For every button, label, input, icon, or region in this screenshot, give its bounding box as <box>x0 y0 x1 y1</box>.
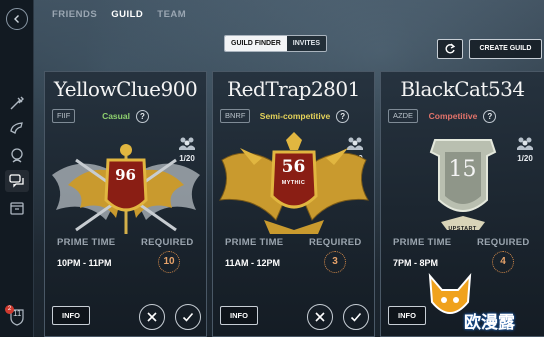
tab-guild[interactable]: GUILD <box>111 9 143 20</box>
refresh-icon <box>445 43 456 54</box>
silver-shield-emblem-icon <box>429 139 496 230</box>
watermark-logo: 欧漫露 <box>420 262 544 337</box>
guild-style: Semi-competitive <box>259 111 331 121</box>
guild-style: Competitive <box>428 111 478 121</box>
join-button[interactable] <box>175 304 201 330</box>
guild-card[interactable]: YellowClue900 FIIF Casual? 1/20 96 PRIME… <box>44 71 207 337</box>
required-label: REQUIRED <box>309 237 362 248</box>
tab-team[interactable]: TEAM <box>157 9 186 20</box>
watermark-text: 欧漫露 <box>464 313 515 333</box>
required-label: REQUIRED <box>477 237 530 248</box>
help-icon[interactable]: ? <box>336 110 350 124</box>
sidebar-item-social[interactable] <box>5 170 29 192</box>
prime-time-label: PRIME TIME <box>393 237 452 248</box>
left-sidebar: 2 11 <box>0 0 34 337</box>
required-label: REQUIRED <box>141 237 194 248</box>
sidebar-item-play[interactable] <box>5 92 29 114</box>
close-icon <box>315 312 325 322</box>
head-icon <box>11 148 23 163</box>
guild-name: YellowClue900 <box>53 77 198 101</box>
online-count: 11 <box>13 309 22 318</box>
guild-subtabs: GUILD FINDER INVITES <box>224 35 328 52</box>
create-guild-button[interactable]: CREATE GUILD <box>469 39 542 59</box>
info-button[interactable]: INFO <box>52 306 90 325</box>
guild-emblem <box>45 130 206 238</box>
guild-style: Casual <box>102 111 130 121</box>
rank-label: MYTHIC <box>281 180 306 186</box>
rank-number: 96 <box>115 166 136 184</box>
guild-card[interactable]: RedTrap2801 BNRF Semi-competitive? 1/20 … <box>212 71 375 337</box>
horn-icon <box>10 122 23 134</box>
decline-button[interactable] <box>307 304 333 330</box>
sidebar-item-calendar[interactable] <box>5 197 29 219</box>
sidebar-item-profile[interactable] <box>5 144 29 166</box>
prime-time-value: 11AM - 12PM <box>225 258 281 268</box>
prime-time-label: PRIME TIME <box>57 237 116 248</box>
rank-number: 15 <box>448 157 477 182</box>
chevron-left-icon <box>14 15 19 23</box>
tab-friends[interactable]: FRIENDS <box>52 9 97 20</box>
rank-number: 56 <box>281 157 306 177</box>
tab-guild-finder[interactable]: GUILD FINDER <box>225 36 287 51</box>
decline-button[interactable] <box>139 304 165 330</box>
guild-style-row: Casual? <box>45 109 206 124</box>
required-level-badge: 10 <box>158 251 180 273</box>
guild-style-row: Competitive? <box>381 109 544 124</box>
help-icon[interactable]: ? <box>483 110 497 124</box>
required-level-badge: 3 <box>324 251 346 273</box>
winged-shield-emblem-icon <box>51 144 200 234</box>
rank-label: UPSTART <box>448 226 477 232</box>
refresh-button[interactable] <box>437 39 463 59</box>
top-navigation: FRIENDS GUILD TEAM <box>52 9 186 20</box>
guild-style-row: Semi-competitive? <box>213 109 374 124</box>
back-button[interactable] <box>6 8 28 30</box>
notifications-button[interactable]: 2 11 <box>5 305 29 331</box>
join-button[interactable] <box>343 304 369 330</box>
sword-icon <box>10 96 24 110</box>
info-button[interactable]: INFO <box>220 306 258 325</box>
checkmark-icon <box>350 312 362 322</box>
prime-time-label: PRIME TIME <box>225 237 284 248</box>
help-icon[interactable]: ? <box>135 110 149 124</box>
calendar-icon <box>10 202 24 215</box>
prime-time-value: 10PM - 11PM <box>57 258 112 268</box>
tab-invites[interactable]: INVITES <box>286 36 327 51</box>
chat-bubbles-icon <box>9 174 24 188</box>
guild-name: RedTrap2801 <box>227 77 360 101</box>
guild-name: BlackCat534 <box>400 77 525 101</box>
guild-emblem <box>381 130 544 238</box>
close-icon <box>147 312 157 322</box>
checkmark-icon <box>182 312 194 322</box>
sidebar-item-horn[interactable] <box>5 117 29 139</box>
